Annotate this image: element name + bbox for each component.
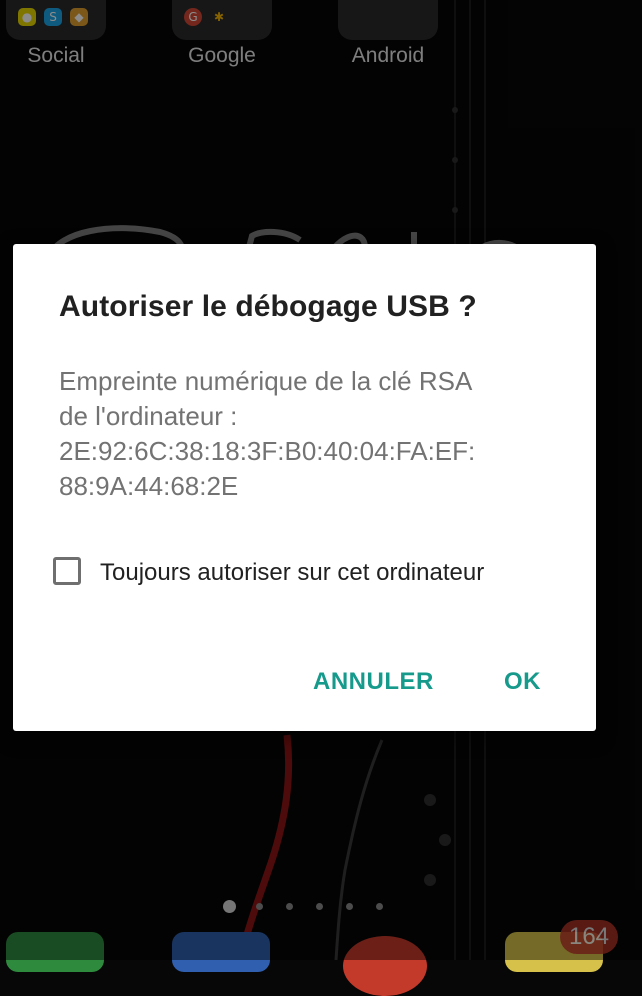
always-allow-label[interactable]: Toujours autoriser sur cet ordinateur	[100, 559, 484, 587]
dialog-message: Empreinte numérique de la clé RSA de l'o…	[59, 364, 559, 504]
rsa-fingerprint-line: 2E:92:6C:38:18:3F:B0:40:04:FA:EF:	[59, 436, 476, 466]
dialog-title: Autoriser le débogage USB ?	[59, 290, 477, 323]
message-line: de l'ordinateur :	[59, 401, 238, 431]
ok-button[interactable]: OK	[504, 668, 541, 696]
usb-debugging-dialog: Autoriser le débogage USB ? Empreinte nu…	[13, 244, 596, 731]
cancel-button[interactable]: ANNULER	[313, 668, 434, 696]
rsa-fingerprint-line: 88:9A:44:68:2E	[59, 471, 239, 501]
message-line: Empreinte numérique de la clé RSA	[59, 366, 473, 396]
always-allow-checkbox[interactable]	[53, 557, 81, 585]
